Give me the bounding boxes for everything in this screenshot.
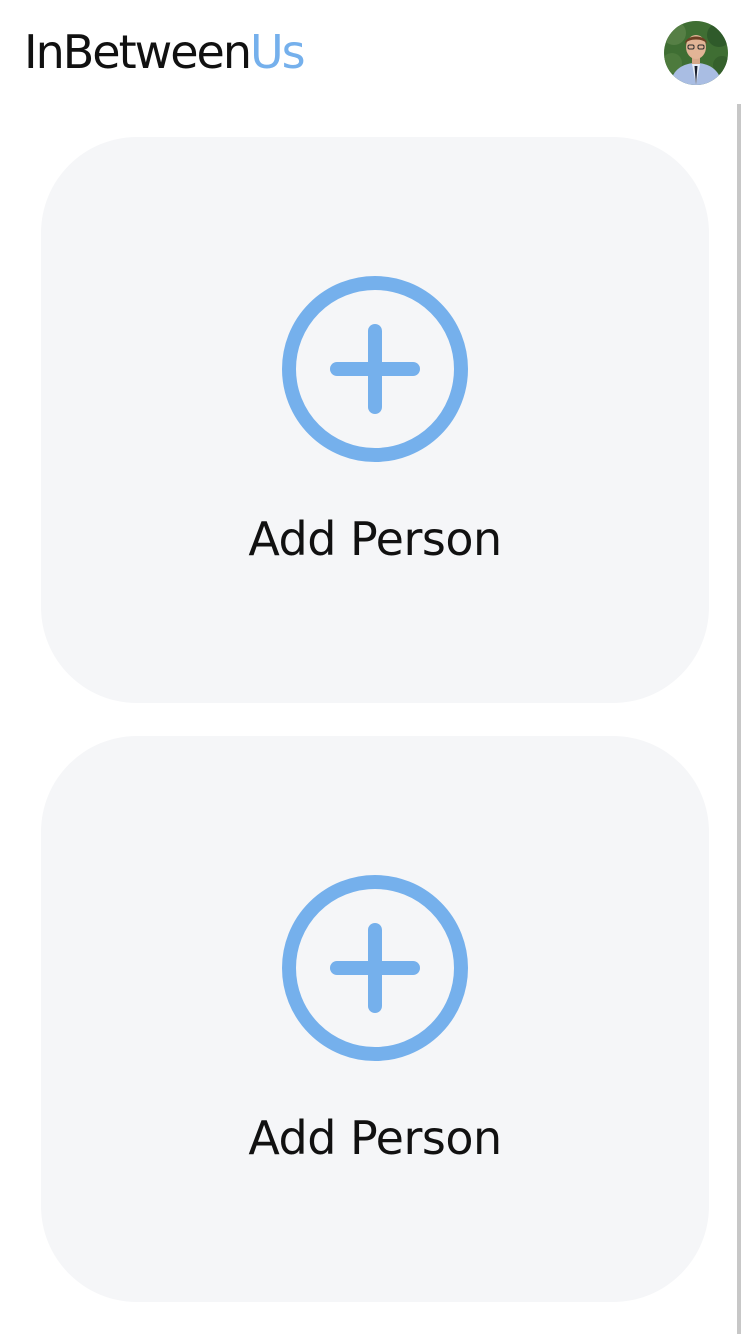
avatar-photo-icon [664,21,728,85]
add-person-card[interactable]: Add Person [41,736,709,1302]
add-person-card[interactable]: Add Person [41,137,709,703]
user-avatar[interactable] [664,21,728,85]
plus-circle-icon [282,875,468,1061]
app-header: InBetweenUs [0,0,750,104]
add-person-label: Add Person [248,512,502,566]
app-screen: InBetweenUs Add Person Add Person [0,0,750,1334]
app-title-accent: Us [250,25,306,79]
app-title-primary: InBetween [24,25,252,79]
app-title: InBetweenUs [24,22,306,82]
add-person-label: Add Person [248,1111,502,1165]
scrollbar-thumb[interactable] [737,104,741,1334]
plus-circle-icon [282,276,468,462]
